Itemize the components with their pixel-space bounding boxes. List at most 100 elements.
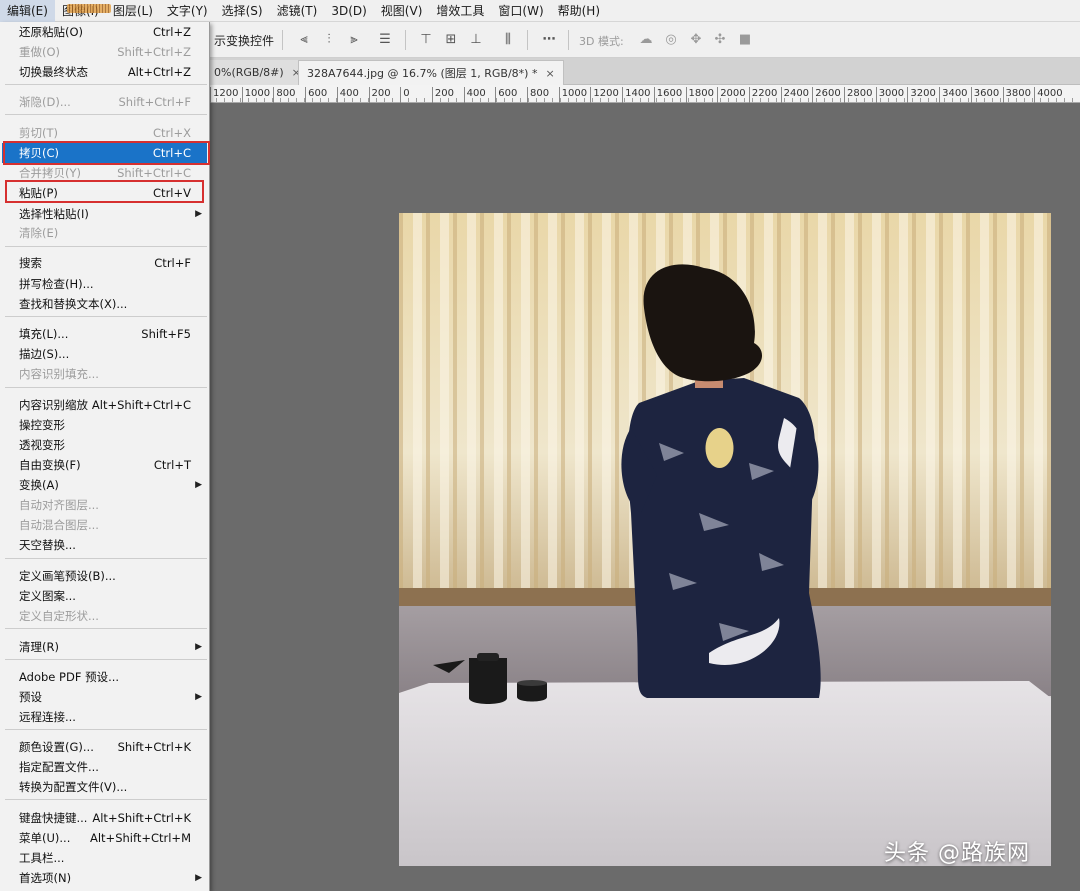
menu-item-label: 剪切(T) [19,126,58,140]
edit-menu-item[interactable]: 还原粘贴(O) Ctrl+Z [2,22,207,42]
menu-item-label: 菜单(U)... [19,831,71,845]
align-top-icon[interactable]: ⊤ [418,32,434,48]
photo-woman-at-table [399,213,1051,866]
ruler-tick: 3000 [875,87,904,103]
ruler-tick: 200 [431,87,454,103]
menu-5[interactable]: 滤镜(T) [270,0,325,22]
roll-3d-icon[interactable]: ◎ [663,32,679,48]
menu-item-shortcut: Shift+Ctrl+K [117,740,191,754]
edit-menu-item[interactable]: 远程连接... [2,707,207,727]
edit-menu-item[interactable]: 拼写检查(H)... [2,274,207,294]
edit-menu-item[interactable]: 变换(A) ▶ [2,475,207,495]
edit-menu-item[interactable]: 颜色设置(G)... Shift+Ctrl+K [2,737,207,757]
edit-menu-item[interactable]: Adobe PDF 预设... [2,667,207,687]
menu-item-label: 拼写检查(H)... [19,277,94,291]
menu-separator [5,558,207,559]
edit-menu-item[interactable]: 搜索 Ctrl+F [2,253,207,273]
canvas-image[interactable] [399,213,1051,866]
menu-item-label: 渐隐(D)... [19,95,71,109]
edit-menu-item[interactable]: 键盘快捷键... Alt+Shift+Ctrl+K [2,808,207,828]
edit-menu-item[interactable]: 菜单(U)... Alt+Shift+Ctrl+M [2,828,207,848]
menu-6[interactable]: 3D(D) [324,0,373,22]
edit-menu-item[interactable]: 工具栏... [2,848,207,868]
ruler-tick: 1000 [241,87,270,103]
edit-menu-item[interactable]: 填充(L)... Shift+F5 [2,324,207,344]
document-tab-1[interactable]: 0%(RGB/8#) × [206,60,309,85]
edit-menu-item[interactable]: 操控变形 [2,415,207,435]
edit-menu-item[interactable]: 指定配置文件... [2,757,207,777]
edit-menu-item[interactable]: 首选项(N) ▶ [2,868,207,888]
menu-7[interactable]: 视图(V) [374,0,430,22]
menu-2[interactable]: 图层(L) [106,0,160,22]
ruler-tick: 2600 [812,87,841,103]
edit-menu-item[interactable]: 切换最终状态 Alt+Ctrl+Z [2,62,207,82]
show-transform-controls-label[interactable]: 示变换控件 [214,32,274,49]
edit-menu-item[interactable]: 拷贝(C) Ctrl+C [2,143,207,163]
document-tab-2[interactable]: 328A7644.jpg @ 16.7% (图层 1, RGB/8*) * × [298,60,564,85]
align-left-icon[interactable]: ⫷ [296,32,312,48]
edit-menu-item: 定义自定形状... [2,606,207,626]
menu-item-label: 颜色设置(G)... [19,740,94,754]
orbit-3d-icon[interactable]: ☁ [638,32,654,48]
edit-menu-item[interactable]: 内容识别缩放 Alt+Shift+Ctrl+C [2,395,207,415]
ruler-tick: 3400 [939,87,968,103]
edit-menu-item[interactable]: 描边(S)... [2,344,207,364]
align-bottom-icon[interactable]: ⊥ [468,32,484,48]
menu-item-label: 还原粘贴(O) [19,25,84,39]
distribute-vertical-icon[interactable]: ⫼ [500,32,516,48]
distribute-horizontal-icon[interactable]: ☰ [377,32,393,48]
menu-0[interactable]: 编辑(E) [0,0,55,22]
edit-menu-item[interactable]: 定义画笔预设(B)... [2,566,207,586]
align-center-icon[interactable]: ⫶ [321,32,337,48]
options-separator [282,30,283,50]
align-middle-icon[interactable]: ⊞ [443,32,459,48]
ruler-tick: 2000 [717,87,746,103]
edit-menu-item[interactable]: 天空替换... [2,535,207,555]
more-options-icon[interactable]: ⋯ [541,32,557,48]
menu-item-label: 自由变换(F) [19,458,81,472]
menu-item-label: 首选项(N) [19,871,72,885]
close-icon[interactable]: × [545,67,554,80]
menu-item-shortcut: Ctrl+V [153,186,191,200]
menu-9[interactable]: 窗口(W) [491,0,550,22]
menu-10[interactable]: 帮助(H) [551,0,607,22]
ruler-tick: 2200 [748,87,777,103]
menu-item-label: 指定配置文件... [19,760,99,774]
menu-item-label: 键盘快捷键... [19,811,88,825]
menu-separator [5,628,207,629]
edit-menu-item[interactable]: 转换为配置文件(V)... [2,777,207,797]
ruler-tick: 1000 [558,87,587,103]
edit-menu-item[interactable]: 自由变换(F) Ctrl+T [2,455,207,475]
menu-item-label: 粘贴(P) [19,186,58,200]
menu-8[interactable]: 增效工具 [429,0,491,22]
edit-menu-item[interactable]: 粘贴(P) Ctrl+V [2,183,207,203]
edit-menu-item[interactable]: 定义图案... [2,586,207,606]
ruler-tick: 200 [368,87,391,103]
menu-1[interactable]: 图像(I) [55,0,111,22]
menu-item-shortcut: Ctrl+F [154,256,191,270]
menu-item-label: 拷贝(C) [19,146,60,160]
menu-item-label: 转换为配置文件(V)... [19,780,128,794]
pan-3d-icon[interactable]: ✥ [688,32,704,48]
align-right-icon[interactable]: ⫸ [346,32,362,48]
edit-menu-item: 渐隐(D)... Shift+Ctrl+F [2,92,207,112]
menu-separator [5,729,207,730]
tab-title: 0%(RGB/8#) [214,66,284,79]
ruler-tick: 1200 [590,87,619,103]
menu-4[interactable]: 选择(S) [215,0,270,22]
ruler-tick: 600 [305,87,327,103]
menu-3[interactable]: 文字(Y) [160,0,215,22]
menu-item-shortcut: Shift+Ctrl+Z [117,45,191,59]
edit-menu-item[interactable]: 清理(R) ▶ [2,637,207,657]
menu-bar: 编辑(E) 图像(I) 图层(L) 文字(Y) 选择(S) 滤镜(T) 3D(D) 视图(V)… [0,0,1080,22]
edit-menu-item[interactable]: 选择性粘贴(I) ▶ [2,204,207,224]
edit-menu-item: 内容识别填充... [2,364,207,384]
edit-menu-item[interactable]: 透视变形 [2,435,207,455]
menu-item-label: 描边(S)... [19,347,70,361]
ruler-tick: 4000 [1034,87,1063,103]
edit-menu-item[interactable]: 预设 ▶ [2,687,207,707]
ruler-tick: 1600 [653,87,682,103]
slide-3d-icon[interactable]: ✣ [712,32,728,48]
camera-3d-icon[interactable]: ■ [737,32,753,48]
edit-menu-item[interactable]: 查找和替换文本(X)... [2,294,207,314]
